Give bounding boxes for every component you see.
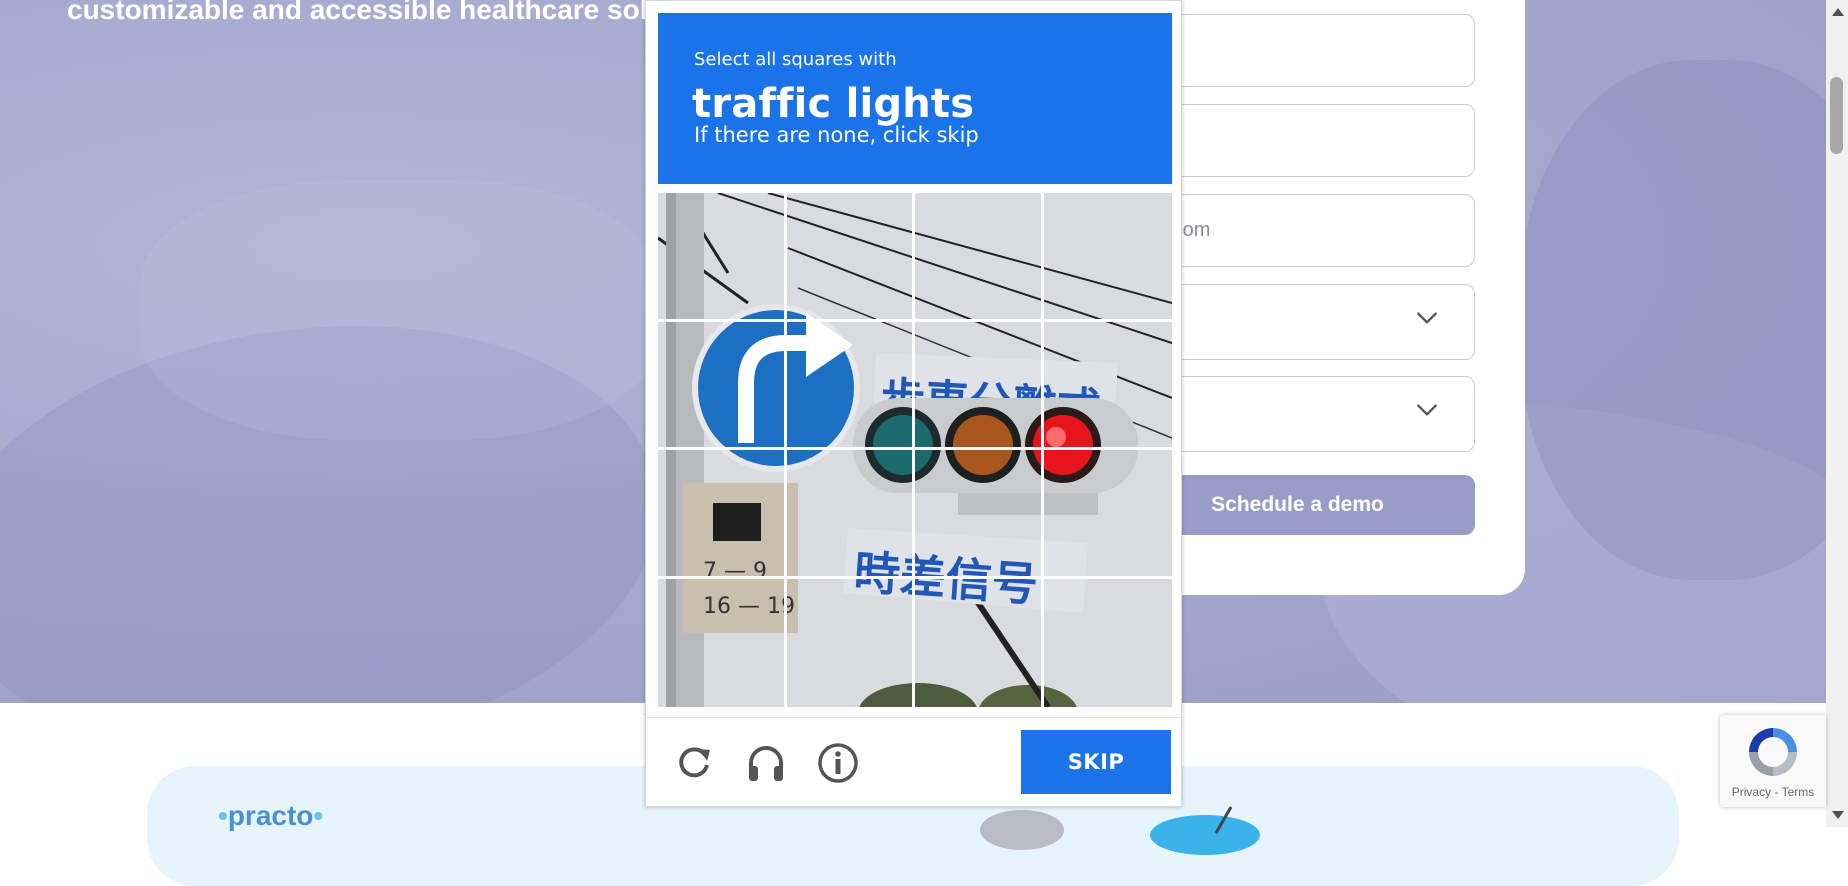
captcha-tile[interactable] xyxy=(658,450,787,579)
reload-icon[interactable] xyxy=(672,741,716,785)
recaptcha-logo-icon xyxy=(1749,728,1797,776)
captcha-tile[interactable] xyxy=(786,321,915,450)
captcha-tile[interactable] xyxy=(915,193,1044,322)
background-shape xyxy=(1520,60,1826,580)
info-icon[interactable] xyxy=(816,741,860,785)
captcha-tile[interactable] xyxy=(787,578,915,707)
illustration-head xyxy=(980,810,1064,850)
captcha-tile[interactable] xyxy=(658,193,787,322)
terms-link[interactable]: Terms xyxy=(1782,785,1815,799)
captcha-tile[interactable] xyxy=(786,450,915,579)
scroll-up-arrow-icon[interactable] xyxy=(1832,8,1844,16)
challenge-image: 7 — 9 16 — 19 歩車分離式 時差信号 xyxy=(658,193,1172,707)
challenge-target: traffic lights xyxy=(692,81,975,127)
practo-logo-text: practo xyxy=(227,800,314,831)
illustration-shape xyxy=(1150,815,1260,855)
background-shape xyxy=(140,180,660,440)
challenge-header: Select all squares with traffic lights I… xyxy=(658,13,1172,184)
link-separator: - xyxy=(1774,785,1779,799)
scroll-down-arrow-icon[interactable] xyxy=(1832,811,1844,819)
captcha-tile[interactable] xyxy=(658,578,787,707)
recaptcha-badge[interactable]: Privacy - Terms xyxy=(1720,715,1826,807)
audio-headphones-icon[interactable] xyxy=(744,741,788,785)
privacy-link[interactable]: Privacy xyxy=(1732,785,1771,799)
recaptcha-links: Privacy - Terms xyxy=(1720,785,1826,799)
captcha-tile[interactable] xyxy=(786,193,915,322)
captcha-tile[interactable] xyxy=(1043,322,1172,450)
challenge-subtext: If there are none, click skip xyxy=(694,123,979,147)
captcha-tile[interactable] xyxy=(1044,579,1173,708)
challenge-instruction: Select all squares with xyxy=(694,49,897,70)
chevron-down-icon xyxy=(1417,312,1437,324)
skip-button[interactable]: SKIP xyxy=(1021,730,1171,794)
captcha-tile[interactable] xyxy=(1043,193,1172,322)
page-scrollbar[interactable] xyxy=(1826,0,1848,827)
recaptcha-challenge: Select all squares with traffic lights I… xyxy=(645,0,1182,807)
hero-title: customizable and accessible healthcare s… xyxy=(67,0,665,25)
footer-divider xyxy=(646,717,1181,718)
captcha-tile[interactable] xyxy=(915,321,1044,450)
practo-logo: •practo• xyxy=(218,800,324,831)
captcha-tile[interactable] xyxy=(658,321,787,450)
chevron-down-icon xyxy=(1417,404,1437,416)
captcha-tile[interactable] xyxy=(915,450,1044,579)
scrollbar-thumb[interactable] xyxy=(1830,77,1843,154)
captcha-tile[interactable] xyxy=(1043,450,1172,579)
captcha-tile[interactable] xyxy=(915,578,1044,707)
